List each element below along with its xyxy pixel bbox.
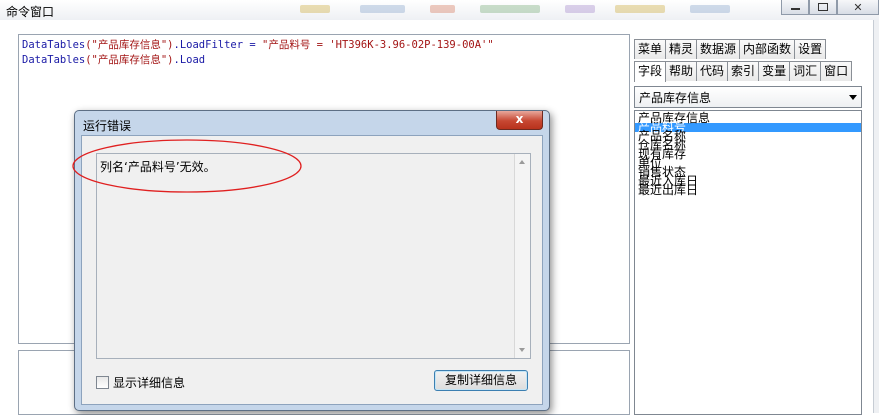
field-list-item[interactable]: 最近出库日: [635, 184, 861, 196]
tab-tabs_row2-5[interactable]: 词汇: [789, 61, 822, 81]
restore-button[interactable]: [809, 0, 837, 15]
code-token: ("产品库存信息"): [85, 39, 174, 51]
code-token: DataTables: [22, 54, 86, 66]
toolbar-remnant: [690, 5, 730, 13]
toolbar-remnant: [430, 5, 455, 13]
window-right-edge: [873, 20, 879, 413]
code-content: DataTables("产品库存信息").LoadFilter = "产品料号 …: [22, 38, 494, 68]
tab-tabs_row2-2[interactable]: 代码: [696, 61, 729, 81]
copy-details-button[interactable]: 复制详细信息: [434, 370, 528, 391]
field-list[interactable]: 产品库存信息 产品料号 产品名称 仓库名称 现有库存 单位 销售状态 最近入库日 最近出库日: [634, 110, 862, 415]
show-details-checkbox[interactable]: [96, 376, 109, 389]
error-message-box[interactable]: 列名‘产品料号’无效。: [96, 153, 531, 359]
show-details-toggle[interactable]: 显示详细信息: [96, 374, 185, 391]
dialog-title: 运行错误: [83, 119, 132, 133]
tab-tabs_row1-4[interactable]: 设置: [794, 39, 827, 59]
side-tabs-row2: 字段 帮助 代码 索引 变量 词汇 窗口: [634, 61, 853, 82]
toolbar-remnant: [360, 5, 405, 13]
toolbar-remnant: [615, 5, 665, 13]
restore-icon: [818, 3, 828, 11]
code-token: .LoadFilter =: [173, 39, 263, 51]
tab-tabs_row2-0[interactable]: 字段: [634, 61, 667, 82]
tab-tabs_row2-3[interactable]: 索引: [727, 61, 760, 81]
toolbar-remnant: [565, 5, 595, 13]
field-list-item[interactable]: 现有库存: [635, 148, 861, 160]
tab-tabs_row2-4[interactable]: 变量: [758, 61, 791, 81]
dialog-body: 列名‘产品料号’无效。 显示详细信息 复制详细信息: [81, 135, 543, 405]
window-controls: ✕: [781, 0, 879, 16]
toolbar-remnant: [300, 5, 330, 13]
tab-tabs_row2-1[interactable]: 帮助: [665, 61, 698, 81]
tab-tabs_row1-0[interactable]: 菜单: [634, 39, 667, 59]
tab-tabs_row2-6[interactable]: 窗口: [820, 61, 853, 81]
tab-tabs_row1-2[interactable]: 数据源: [696, 39, 741, 59]
code-token: "产品料号 = 'HT396K-3.96-02P-139-00A'": [262, 39, 494, 51]
window-title: 命令窗口: [6, 5, 55, 19]
minimize-icon: [790, 8, 800, 10]
window-close-button[interactable]: ✕: [837, 0, 879, 15]
window-titlebar: 命令窗口 ✕: [0, 0, 879, 20]
error-message: 列名‘产品料号’无效。: [100, 160, 216, 174]
chevron-down-icon: [849, 95, 857, 100]
table-select-value: 产品库存信息: [639, 91, 712, 105]
side-tabs-row1: 菜单 精灵 数据源 内部函数 设置: [634, 39, 827, 59]
close-icon: ✕: [853, 0, 863, 14]
message-scrollbar[interactable]: [514, 154, 530, 358]
dialog-close-button[interactable]: x: [496, 111, 543, 130]
table-select[interactable]: 产品库存信息: [634, 86, 862, 108]
code-token: DataTables: [22, 39, 86, 51]
show-details-label: 显示详细信息: [113, 376, 186, 390]
tab-tabs_row1-1[interactable]: 精灵: [665, 39, 698, 59]
tab-tabs_row1-3[interactable]: 内部函数: [739, 39, 796, 59]
code-token: .Load: [173, 54, 206, 66]
code-token: ("产品库存信息"): [85, 54, 174, 66]
scroll-down-icon: [519, 348, 525, 352]
error-dialog: 运行错误 x 列名‘产品料号’无效。 显示详细信息 复制详细信息: [74, 110, 550, 411]
toolbar-remnant: [480, 5, 540, 13]
scroll-up-icon: [519, 160, 525, 164]
minimize-button[interactable]: [781, 0, 809, 15]
